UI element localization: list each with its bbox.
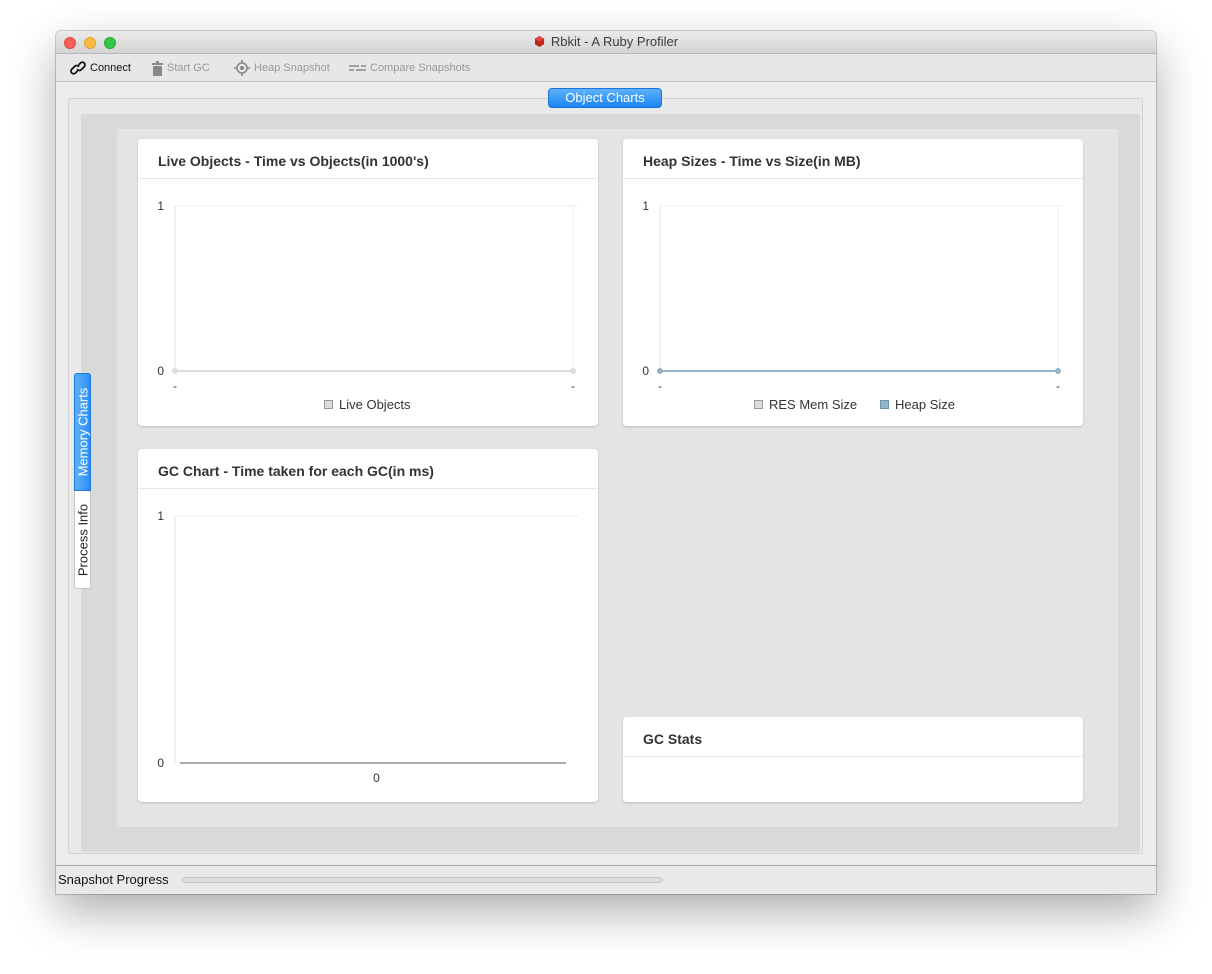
live-objects-card: Live Objects - Time vs Objects(in 1000's… — [138, 139, 598, 426]
data-point-heap-size — [657, 368, 663, 374]
data-point-live-objects — [570, 368, 576, 374]
app-window: Rbkit - A Ruby Profiler Connect Start GC — [56, 31, 1156, 894]
snapshot-progress-bar — [182, 877, 663, 883]
tab-memory-charts[interactable]: Memory Charts — [74, 373, 91, 491]
data-point-live-objects — [172, 368, 178, 374]
start-gc-label: Start GC — [167, 62, 210, 74]
compare-snapshots-label: Compare Snapshots — [370, 62, 471, 74]
live-objects-chart: 10- - — [157, 199, 578, 393]
start-gc-button[interactable]: Start GC — [152, 58, 210, 78]
gc-stats-card: GC Stats — [623, 717, 1083, 802]
compare-snapshots-button[interactable]: Compare Snapshots — [349, 58, 470, 78]
legend-swatch-res-mem — [754, 400, 763, 409]
y-tick-label: 1 — [642, 199, 649, 213]
y-tick-label: 1 — [157, 199, 164, 213]
legend-label-heap-size: Heap Size — [895, 397, 955, 412]
y-tick-label: 0 — [157, 364, 164, 378]
tab-memory-charts-label: Memory Charts — [75, 387, 90, 477]
tab-process-info[interactable]: Process Info — [74, 491, 91, 589]
x-tick-label: - — [571, 379, 575, 393]
side-tab-bar: Memory Charts Process Info — [74, 373, 91, 589]
x-tick-label: - — [658, 379, 662, 393]
connect-label: Connect — [90, 62, 131, 74]
target-icon — [234, 60, 250, 76]
data-point-heap-size — [1055, 368, 1061, 374]
trash-icon — [152, 60, 163, 76]
tab-object-charts[interactable]: Object Charts — [548, 88, 662, 108]
heap-snapshot-label: Heap Snapshot — [254, 62, 330, 74]
y-tick-label: 1 — [157, 509, 164, 523]
window-title-text: Rbkit - A Ruby Profiler — [550, 34, 679, 49]
legend-label-live-objects: Live Objects — [339, 397, 411, 412]
link-icon — [70, 61, 86, 75]
snapshot-progress-label: Snapshot Progress — [58, 872, 169, 887]
heap-snapshot-button[interactable]: Heap Snapshot — [234, 58, 330, 78]
x-tick-label: 0 — [373, 771, 380, 785]
dashboard: Live Objects - Time vs Objects(in 1000's… — [117, 129, 1118, 827]
y-tick-label: 0 — [157, 756, 164, 770]
heap-sizes-card: Heap Sizes - Time vs Size(in MB) 10-- RE… — [623, 139, 1083, 426]
x-tick-label: - — [1056, 379, 1060, 393]
legend-item[interactable]: Live Objects — [324, 397, 411, 412]
connect-button[interactable]: Connect — [70, 58, 131, 78]
legend-item[interactable]: Heap Size — [880, 397, 955, 412]
title-bar: Rbkit - A Ruby Profiler — [56, 31, 1156, 54]
toolbar: Connect Start GC Heap Snapshot Compare S… — [56, 54, 1156, 82]
ruby-icon — [534, 36, 545, 47]
card-divider — [623, 756, 1083, 757]
legend-swatch-heap-size — [880, 400, 889, 409]
legend-item[interactable]: RES Mem Size — [754, 397, 857, 412]
compare-icon — [349, 65, 366, 71]
x-tick-label: - — [173, 379, 177, 393]
tab-process-info-label: Process Info — [75, 503, 90, 576]
y-tick-label: 0 — [642, 364, 649, 378]
legend-swatch-live-objects — [324, 400, 333, 409]
gc-stats-title: GC Stats — [643, 731, 703, 747]
legend-label-res-mem: RES Mem Size — [769, 397, 858, 412]
status-bar: Snapshot Progress — [56, 865, 1156, 894]
heap-sizes-chart: 10- - — [642, 199, 1063, 393]
gc-chart-card: GC Chart - Time taken for each GC(in ms)… — [138, 449, 598, 802]
window-title: Rbkit - A Ruby Profiler — [56, 34, 1156, 49]
gc-time-chart: 1 0 0 — [157, 509, 578, 785]
